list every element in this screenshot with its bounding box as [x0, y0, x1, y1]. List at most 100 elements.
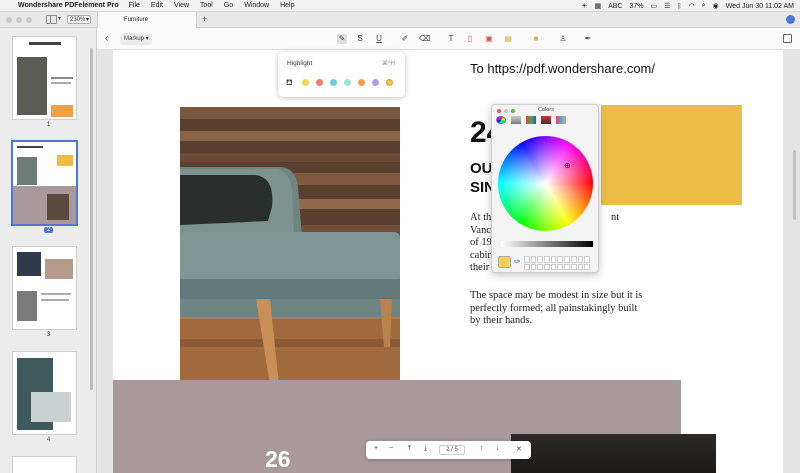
dark-photo [511, 434, 716, 473]
new-tab-button[interactable]: + [202, 14, 207, 24]
tab-furniture[interactable]: Furniture [97, 12, 197, 28]
signature-tool-icon[interactable]: ✒ [583, 34, 593, 44]
swatch-teal[interactable] [344, 79, 351, 86]
underline-tool-icon[interactable]: U [374, 34, 384, 44]
input-source[interactable]: ABC [608, 3, 622, 10]
page-thumbnail-3[interactable] [12, 246, 77, 330]
panel-toggle-icon[interactable] [783, 34, 792, 43]
battery-icon[interactable]: ▭ [651, 2, 658, 10]
sticky-note-tool-icon[interactable]: ▤ [503, 34, 513, 44]
thumb-yellow-block [57, 155, 73, 166]
zoom-in-button[interactable]: + [374, 445, 378, 452]
first-page-button[interactable]: ⤒ [408, 445, 411, 453]
page-thumbnail-1[interactable] [12, 36, 77, 120]
wifi-icon[interactable]: ◠ [689, 2, 695, 10]
last-page-button[interactable]: ⤓ [424, 445, 427, 453]
color-wheel-mode-icon[interactable] [496, 116, 506, 124]
clock[interactable]: Wed Jun 30 11:02 AM [726, 3, 794, 10]
sidebar-toggle-icon[interactable] [46, 15, 57, 24]
swatch-red[interactable] [316, 79, 323, 86]
bluetooth-icon[interactable]: ᛒ [677, 3, 681, 10]
keyboard-icon[interactable]: ▦ [594, 2, 601, 10]
thumb-room-image [31, 392, 71, 422]
swatch-blue[interactable] [330, 79, 337, 86]
markup-mode-label: Markup [124, 36, 145, 42]
thumb-text-line [41, 293, 71, 295]
eraser-tool-icon[interactable]: ⌫ [419, 34, 430, 44]
eyedropper-icon[interactable]: ✑ [514, 257, 521, 266]
battery-percent[interactable]: 37% [630, 3, 644, 10]
page-navigation-bar: + − ⤒ ⤓ 2 / 5 ↑ ↓ ✕ [366, 441, 531, 459]
menu-edit[interactable]: Edit [151, 2, 163, 9]
zoom-select[interactable]: 230% ▾ [67, 15, 91, 24]
text-box-tool-icon[interactable]: ▯ [465, 34, 475, 44]
next-page-button[interactable]: ↓ [496, 445, 500, 452]
brightness-icon[interactable]: ☀ [581, 2, 587, 10]
thumb-dark-image [47, 194, 69, 220]
menu-tool[interactable]: Tool [200, 2, 213, 9]
menu-file[interactable]: File [129, 2, 140, 9]
pdf-page: To https://pdf.wondershare.com/ 24 OUR S… [113, 50, 783, 473]
title-bar: ▾ 230% ▾ Furniture + [0, 12, 800, 28]
swatch-purple[interactable] [372, 79, 379, 86]
control-center-icon[interactable]: ☰ [664, 2, 670, 10]
highlight-tool-icon[interactable]: ✎ [337, 34, 347, 44]
menu-window[interactable]: Window [244, 2, 269, 9]
swatch-custom-color[interactable] [386, 79, 393, 86]
paint-bucket-icon[interactable]: ⛾ [286, 78, 293, 88]
thumb-chair-image [17, 57, 47, 115]
paragraph-2: The space may be modest in size but it i… [470, 290, 655, 328]
swatch-orange[interactable] [358, 79, 365, 86]
menu-view[interactable]: View [174, 2, 189, 9]
shape-tool-icon[interactable]: ■ [531, 34, 541, 44]
image-palettes-mode-icon[interactable] [541, 116, 551, 124]
siri-icon[interactable]: ◉ [713, 2, 719, 10]
link-annotation-text[interactable]: To https://pdf.wondershare.com/ [470, 61, 655, 76]
avatar[interactable] [786, 15, 795, 24]
text-line: nt [611, 212, 620, 223]
highlight-title: Highlight [287, 60, 313, 67]
zoom-window-button[interactable] [26, 17, 32, 23]
previous-page-button[interactable]: ↑ [480, 445, 484, 452]
document-scrollbar[interactable] [793, 150, 796, 220]
close-navigation-button[interactable]: ✕ [516, 445, 522, 453]
armchair-photo-svg [180, 107, 400, 407]
pencil-tool-icon[interactable]: ✐ [400, 34, 410, 44]
page-number-field[interactable]: 2 / 5 [439, 445, 465, 455]
thumb-text-line [41, 299, 69, 301]
markup-mode-button[interactable]: Markup ▾ [120, 33, 152, 45]
current-color-well[interactable] [498, 256, 511, 268]
stamp-tool-icon[interactable]: ♙ [558, 34, 568, 44]
sidebar-scrollbar[interactable] [90, 48, 93, 390]
chevron-down-icon[interactable]: ▾ [58, 15, 61, 22]
swatch-yellow[interactable] [302, 79, 309, 86]
text-tool-icon[interactable]: T [446, 34, 456, 44]
section-number-26: 26 [265, 446, 291, 472]
menu-help[interactable]: Help [280, 2, 294, 9]
search-icon[interactable]: ⌕ [702, 2, 706, 10]
back-icon[interactable]: ‹ [105, 33, 108, 44]
pencils-mode-icon[interactable] [556, 116, 566, 124]
zoom-out-button[interactable]: − [389, 445, 393, 452]
page-thumbnail-4[interactable] [12, 351, 77, 435]
close-window-button[interactable] [6, 17, 12, 23]
palettes-mode-icon[interactable] [526, 116, 536, 124]
menu-go[interactable]: Go [224, 2, 233, 9]
text-callout-tool-icon[interactable]: ▣ [484, 34, 494, 44]
page-separator: / [451, 447, 453, 453]
zoom-value: 230% [70, 17, 86, 23]
total-pages: 5 [454, 447, 458, 453]
color-wheel[interactable] [498, 136, 593, 231]
document-canvas[interactable]: To https://pdf.wondershare.com/ 24 OUR S… [97, 50, 800, 473]
selected-page-number: 2 [43, 227, 54, 233]
page-thumbnail-2[interactable] [12, 141, 77, 225]
saved-colors-grid[interactable] [524, 256, 590, 270]
colors-panel-title: Colors [538, 107, 554, 113]
minimize-window-button[interactable] [16, 17, 22, 23]
current-page: 2 [446, 447, 450, 453]
brightness-slider[interactable] [501, 241, 593, 247]
page-thumbnail-5[interactable] [12, 456, 77, 473]
app-menu[interactable]: Wondershare PDFelement Pro [18, 2, 119, 9]
strikethrough-tool-icon[interactable]: S [355, 34, 365, 44]
sliders-mode-icon[interactable] [511, 116, 521, 124]
